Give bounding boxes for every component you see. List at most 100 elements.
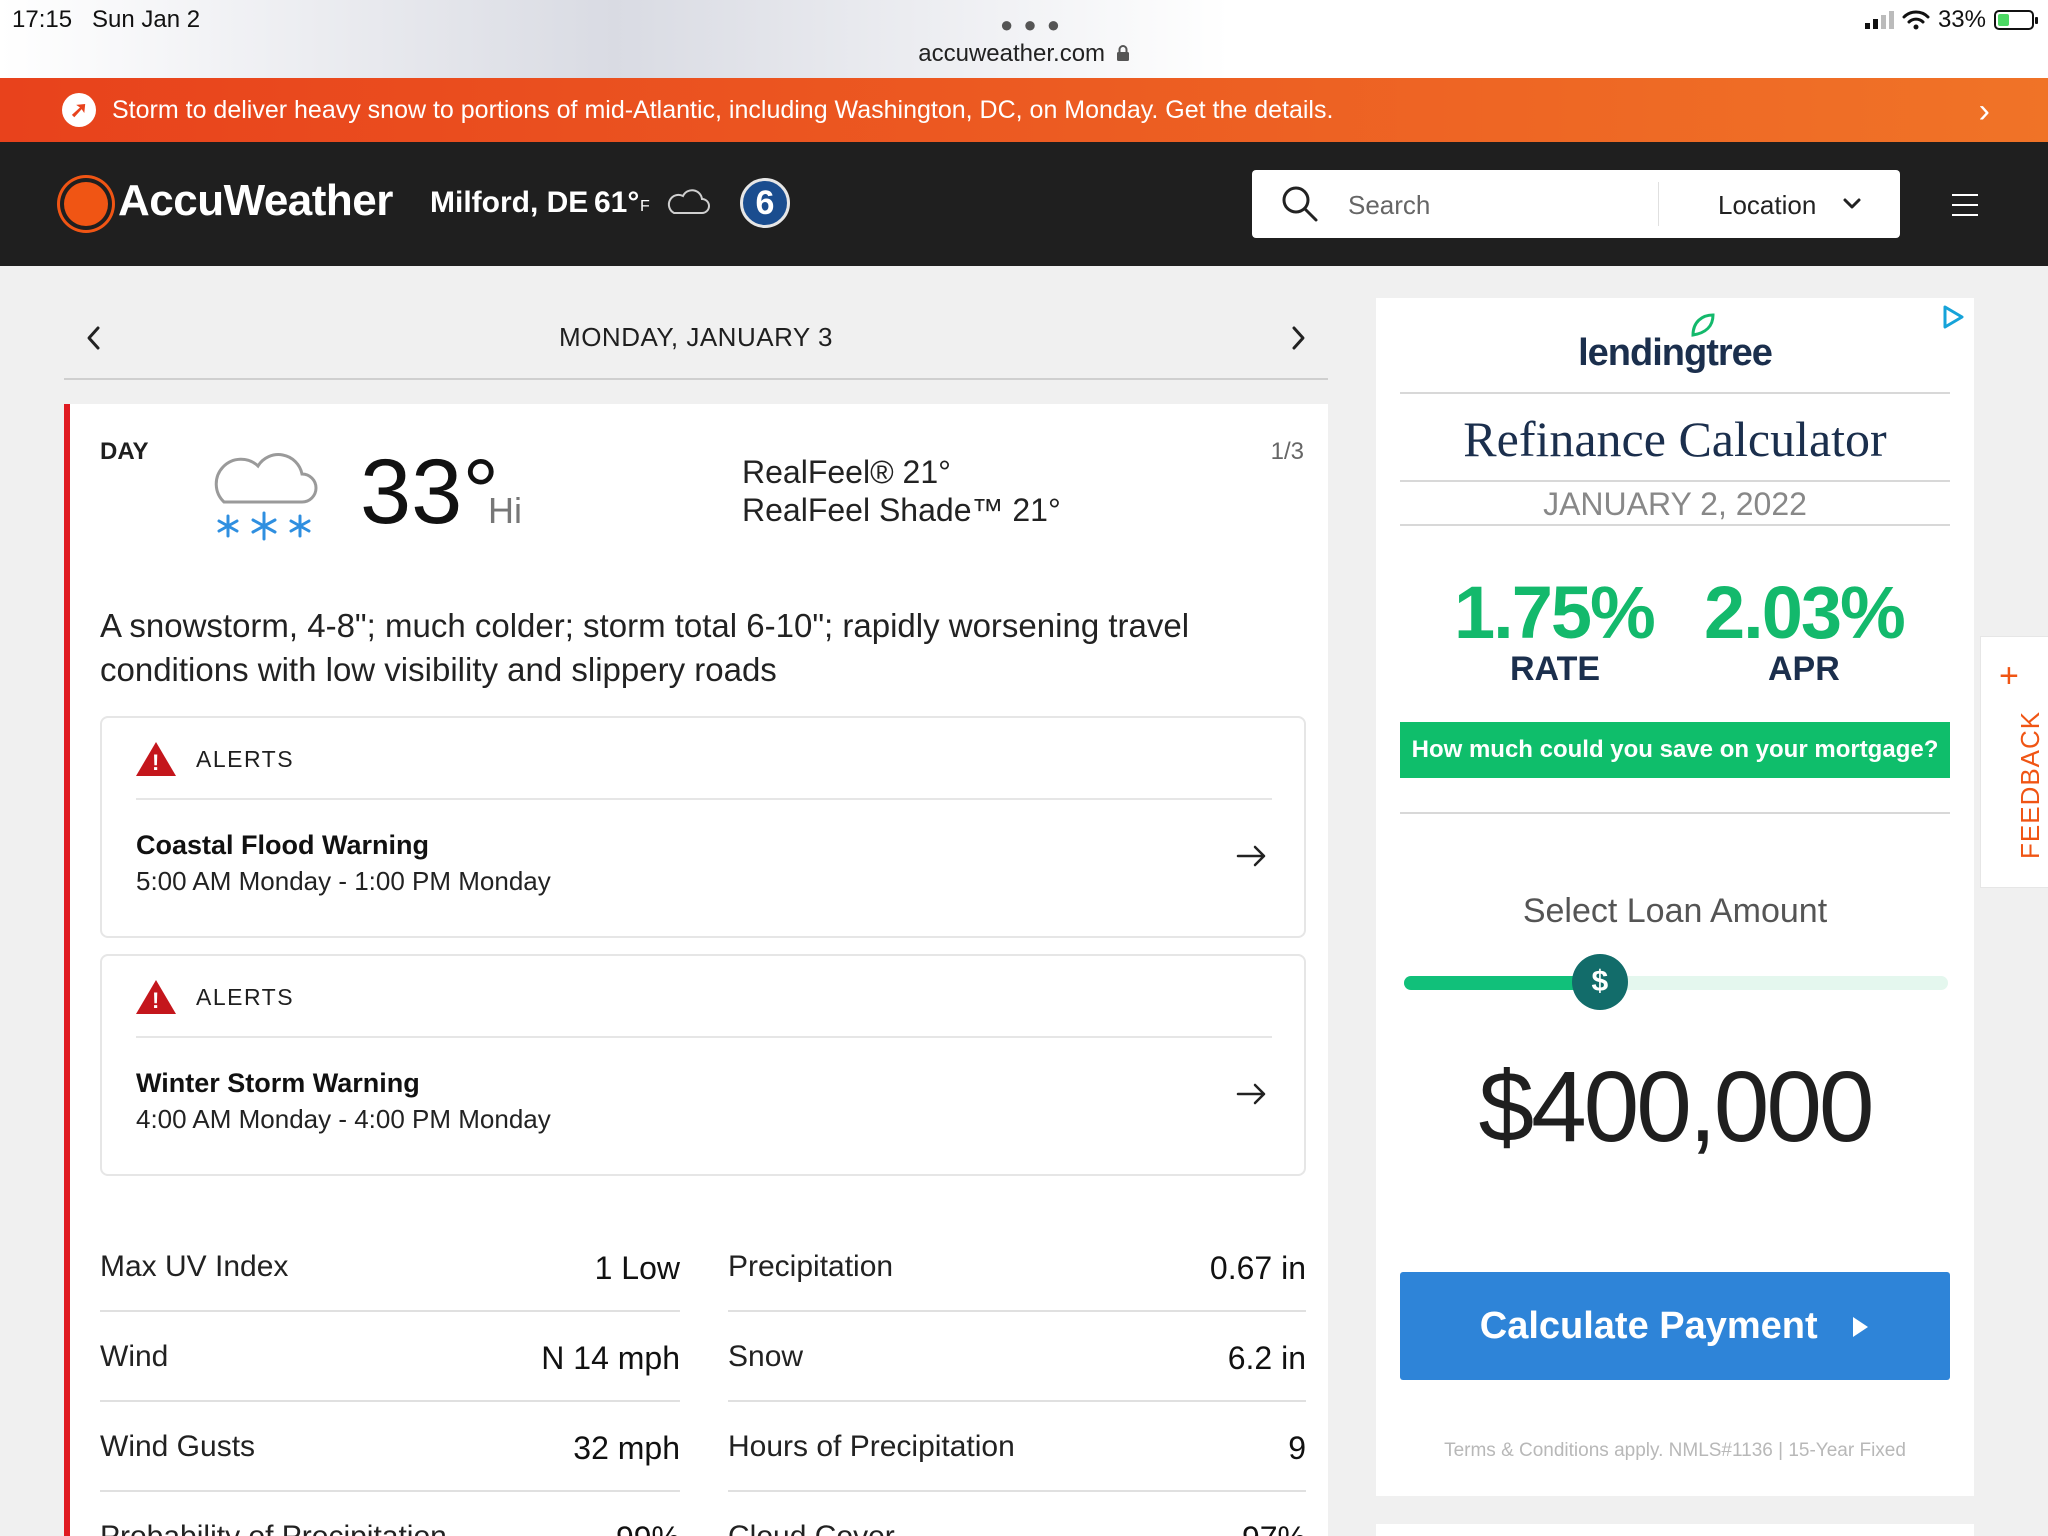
status-time: 17:15 — [12, 6, 73, 33]
wifi-icon — [1902, 10, 1930, 30]
accuweather-sun-icon — [64, 182, 108, 226]
plus-icon: + — [1999, 657, 2019, 695]
slider-fill — [1404, 976, 1600, 990]
slider-handle[interactable]: $ — [1571, 954, 1628, 1010]
status-date: Sun Jan 2 — [92, 6, 201, 33]
temp-unit: F — [640, 198, 650, 215]
banner-text: Storm to deliver heavy snow to portions … — [112, 95, 1334, 124]
rate-label: RATE — [1510, 650, 1601, 688]
url-text: accuweather.com — [918, 40, 1106, 67]
alert-label: ALERTS — [196, 745, 295, 772]
alert-card[interactable]: ! ALERTS Winter Storm Warning 4:00 AM Mo… — [100, 954, 1306, 1176]
site-logo[interactable]: AccuWeather — [118, 176, 393, 226]
site-header: AccuWeather Milford, DE 61° F 6 Search L… — [0, 142, 2048, 266]
storm-alert-banner[interactable]: ➚ Storm to deliver heavy snow to portion… — [0, 78, 2048, 142]
stat-value: 99% — [616, 1520, 680, 1536]
stat-label: Precipitation — [728, 1250, 894, 1283]
current-location[interactable]: Milford, DE — [430, 186, 588, 220]
stat-value: N 14 mph — [541, 1340, 680, 1376]
lock-icon — [1116, 45, 1129, 61]
hamburger-menu-icon[interactable] — [1952, 194, 1978, 224]
adchoices-icon[interactable] — [1940, 304, 1966, 330]
stat-row: Cloud Cover 97% — [728, 1494, 1306, 1536]
lendingtree-logo: lendingtree — [1578, 332, 1773, 374]
date-navigation: MONDAY, JANUARY 3 — [64, 300, 1328, 380]
ad-title: Refinance Calculator — [1463, 411, 1887, 467]
apr-value: 2.03% — [1704, 571, 1906, 654]
alert-name: Winter Storm Warning — [136, 1068, 420, 1098]
search-placeholder: Search — [1348, 190, 1431, 220]
hi-label: Hi — [488, 490, 522, 531]
warning-icon: ! — [136, 742, 176, 776]
abc-6-logo[interactable]: 6 — [740, 178, 790, 228]
warning-icon: ! — [136, 980, 176, 1014]
apr-label: APR — [1768, 650, 1840, 688]
stat-row: Snow 6.2 in — [728, 1314, 1306, 1402]
day-forecast-card: DAY 1/3 33° Hi RealFeel® 21° RealFeel Sh… — [64, 404, 1328, 1536]
status-indicators: 33% — [1864, 6, 2038, 34]
chevron-right-icon: › — [1978, 92, 1990, 130]
forecast-description: A snowstorm, 4-8"; much colder; storm to… — [100, 607, 1190, 688]
search-divider — [1658, 182, 1659, 226]
tab-options-icon[interactable]: ● ● ● — [1000, 12, 1062, 38]
alert-label: ALERTS — [196, 983, 295, 1010]
stat-value: 6.2 in — [1227, 1340, 1306, 1376]
stat-label: Wind — [100, 1340, 169, 1373]
stat-label: Wind Gusts — [100, 1430, 256, 1463]
mortgage-savings-cta[interactable]: How much could you save on your mortgage… — [1400, 722, 1950, 778]
alert-time: 5:00 AM Monday - 1:00 PM Monday — [136, 866, 551, 896]
stat-row: Hours of Precipitation 9 — [728, 1404, 1306, 1492]
stat-value: 32 mph — [573, 1430, 680, 1466]
stat-label: Probability of Precipitation — [100, 1520, 447, 1536]
stat-value: 1 Low — [594, 1250, 680, 1286]
feedback-tab[interactable]: + FEEDBACK — [1980, 636, 2048, 888]
stat-label: Hours of Precipitation — [728, 1430, 1015, 1463]
stat-row: Wind Gusts 32 mph — [100, 1404, 680, 1492]
rate-value: 1.75% — [1454, 571, 1656, 654]
stat-row: Probability of Precipitation 99% — [100, 1494, 680, 1536]
stat-row: Precipitation 0.67 in — [728, 1224, 1306, 1312]
select-loan-label: Select Loan Amount — [1522, 892, 1828, 930]
divider — [136, 1036, 1272, 1038]
loan-amount-slider[interactable]: $ — [1404, 954, 1948, 1010]
stat-value: 9 — [1288, 1430, 1306, 1466]
divider — [1400, 812, 1950, 814]
alert-card[interactable]: ! ALERTS Coastal Flood Warning 5:00 AM M… — [100, 716, 1306, 938]
lendingtree-ad[interactable]: lendingtree Refinance Calculator JANUARY… — [1376, 298, 1974, 1496]
stat-label: Snow — [728, 1340, 804, 1373]
realfeel-shade: RealFeel Shade™ 21° — [742, 492, 1061, 528]
stat-value: 0.67 in — [1209, 1250, 1306, 1286]
alert-name: Coastal Flood Warning — [136, 830, 429, 860]
arrow-right-icon[interactable] — [1236, 844, 1268, 868]
cloud-icon — [667, 189, 710, 214]
date-title: MONDAY, JANUARY 3 — [559, 322, 833, 352]
divider — [1400, 524, 1950, 526]
ios-status-bar: 17:15 Sun Jan 2 ● ● ● accuweather.com 33… — [0, 0, 2048, 78]
stat-row: Wind N 14 mph — [100, 1314, 680, 1402]
search-input[interactable]: Search Location — [1252, 170, 1900, 238]
arrow-right-icon[interactable] — [1236, 1082, 1268, 1106]
page-indicator: 1/3 — [1270, 438, 1304, 465]
search-icon — [1282, 186, 1318, 222]
snow-cloud-icon — [214, 453, 318, 541]
current-temp: 61° — [594, 186, 640, 219]
divider — [1400, 480, 1950, 482]
url-bar[interactable]: accuweather.com — [0, 40, 2048, 68]
arrow-circle-icon: ➚ — [62, 93, 96, 127]
alert-time: 4:00 AM Monday - 4:00 PM Monday — [136, 1104, 551, 1134]
location-dropdown[interactable]: Location — [1718, 190, 1816, 221]
chevron-right-icon[interactable] — [1286, 320, 1310, 356]
stat-label: Cloud Cover — [728, 1520, 895, 1536]
loan-amount: $400,000 — [1478, 1051, 1874, 1163]
calculate-payment-button[interactable]: Calculate Payment — [1400, 1272, 1950, 1380]
stat-row: Max UV Index 1 Low — [100, 1224, 680, 1312]
chevron-down-icon — [1843, 198, 1861, 209]
signal-icon — [1864, 11, 1894, 29]
stat-value: 97% — [1242, 1520, 1306, 1536]
battery-icon — [1994, 10, 2038, 30]
ad-container-edge — [1376, 1524, 1974, 1536]
ad-date: JANUARY 2, 2022 — [1543, 486, 1807, 522]
divider — [136, 798, 1272, 800]
battery-percent: 33% — [1937, 6, 1986, 33]
day-label: DAY — [100, 438, 149, 465]
